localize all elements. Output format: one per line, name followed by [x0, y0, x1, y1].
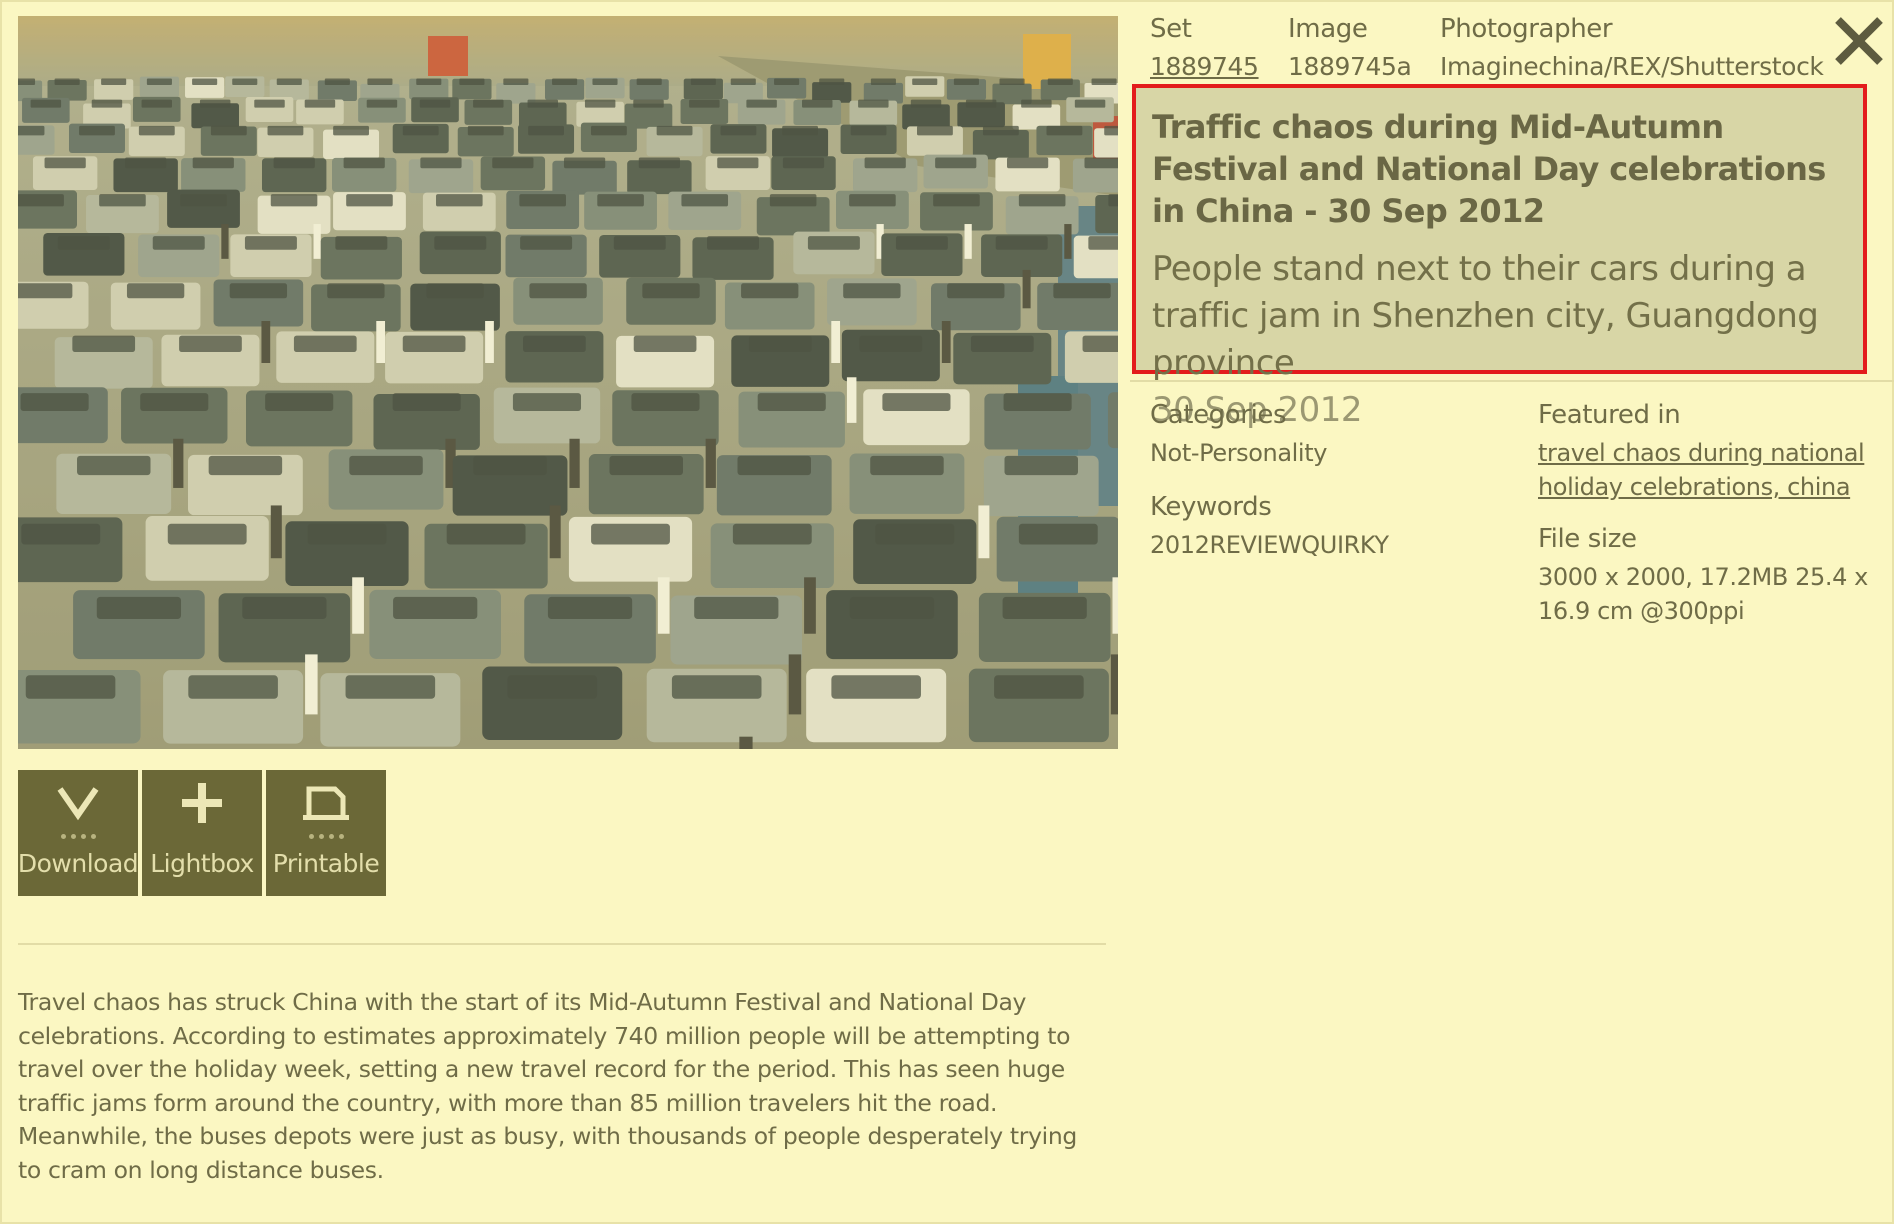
divider	[18, 943, 1106, 945]
meta-photographer: Photographer Imaginechina/REX/Shuttersto…	[1440, 14, 1824, 81]
keywords-value: 2012REVIEWQUIRKY	[1150, 531, 1389, 559]
chevron-down-icon	[56, 776, 100, 830]
lightbox-label: Lightbox	[150, 849, 254, 878]
image-id: 1889745a	[1288, 52, 1412, 81]
close-icon	[1835, 17, 1883, 65]
plus-icon	[180, 776, 224, 830]
featured-label: Featured in	[1538, 400, 1681, 430]
action-buttons: Download Lightbox Printable	[18, 770, 386, 896]
printable-label: Printable	[272, 849, 380, 878]
image-description: Travel chaos has struck China with the s…	[18, 988, 1077, 1184]
traffic-jam-photo	[18, 16, 1118, 749]
close-button[interactable]	[1832, 14, 1886, 68]
caption-title: Traffic chaos during Mid-Autumn Festival…	[1152, 108, 1826, 230]
lightbox-button[interactable]: Lightbox	[142, 770, 262, 896]
keywords-section: Keywords 2012REVIEWQUIRKY	[1150, 492, 1389, 562]
caption-box: Traffic chaos during Mid-Autumn Festival…	[1132, 84, 1867, 430]
photographer-name: Imaginechina/REX/Shutterstock	[1440, 52, 1824, 81]
filesize-section: File size 3000 x 2000, 17.2MB 25.4 x 16.…	[1538, 524, 1868, 628]
caption-description: People stand next to their cars during a…	[1152, 249, 1819, 383]
featured-section: Featured in travel chaos during national…	[1538, 400, 1868, 504]
divider	[1130, 380, 1894, 382]
set-label: Set	[1150, 14, 1192, 44]
meta-image: Image 1889745a	[1288, 14, 1412, 81]
dots-decoration	[60, 834, 96, 839]
filesize-value: 3000 x 2000, 17.2MB 25.4 x 16.9 cm @300p…	[1538, 563, 1868, 625]
categories-value: Not-Personality	[1150, 439, 1328, 467]
main-photo[interactable]	[18, 16, 1118, 749]
featured-link[interactable]: travel chaos during national holiday cel…	[1538, 436, 1868, 504]
set-link[interactable]: 1889745	[1150, 52, 1259, 81]
categories-label: Categories	[1150, 400, 1287, 430]
categories-section: Categories Not-Personality	[1150, 400, 1327, 470]
printer-icon	[301, 776, 351, 830]
photo-tint	[18, 16, 1118, 749]
download-label: Download	[17, 849, 139, 878]
image-label: Image	[1288, 14, 1368, 44]
photographer-label: Photographer	[1440, 14, 1613, 44]
meta-set: Set 1889745	[1150, 14, 1259, 81]
dots-decoration	[308, 834, 344, 839]
download-button[interactable]: Download	[17, 770, 139, 896]
keywords-label: Keywords	[1150, 492, 1272, 522]
printable-button[interactable]: Printable	[266, 770, 386, 896]
filesize-label: File size	[1538, 524, 1637, 554]
